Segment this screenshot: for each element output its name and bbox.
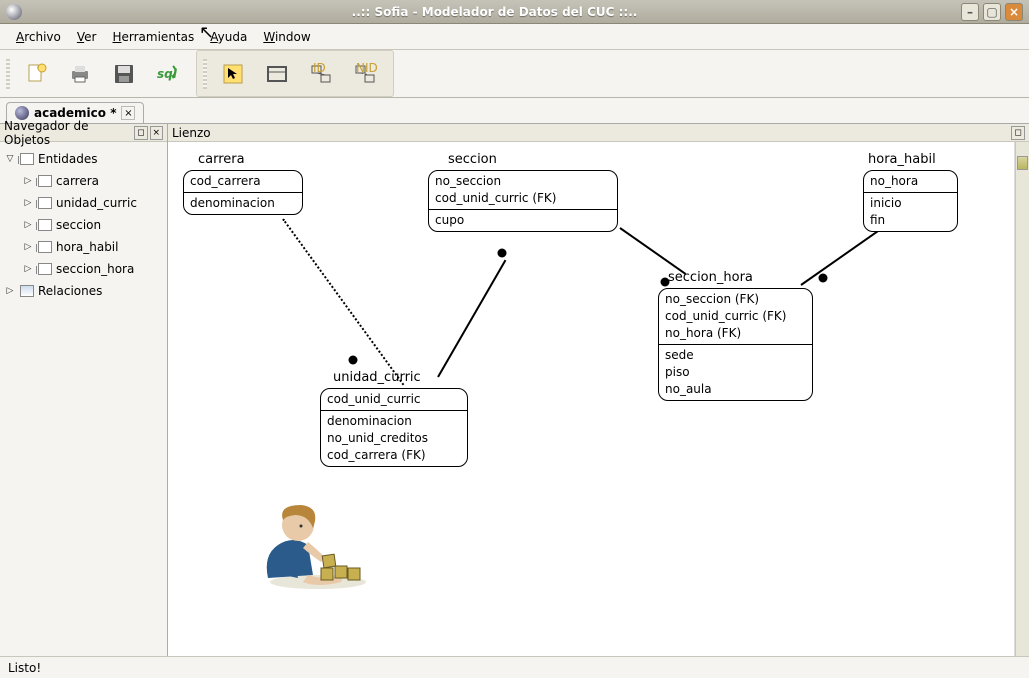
tree-node-seccion-hora[interactable]: ▷seccion_hora: [4, 258, 163, 280]
nid-relation-button[interactable]: NID: [347, 56, 383, 92]
entity-icon: [38, 241, 52, 253]
save-button[interactable]: [106, 56, 142, 92]
save-icon: [112, 62, 136, 86]
tree-node-unidad-curric[interactable]: ▷unidad_curric: [4, 192, 163, 214]
menu-herramientas[interactable]: Herramientas: [104, 28, 202, 46]
maximize-button[interactable]: ▢: [983, 3, 1001, 21]
rect-tool-icon: [265, 62, 289, 86]
sql-icon: sql: [156, 62, 180, 86]
object-tree[interactable]: ▽Entidades ▷carrera ▷unidad_curric ▷secc…: [0, 142, 167, 676]
entity-title-hora-habil: hora_habil: [868, 152, 936, 167]
pane-detach-button[interactable]: ◻: [1011, 126, 1025, 140]
entity-title-seccion: seccion: [448, 152, 497, 167]
menu-archivo[interactable]: Archivo: [8, 28, 69, 46]
window-titlebar: ..:: Sofia - Modelador de Datos del CUC …: [0, 0, 1029, 24]
entity-icon: [38, 175, 52, 187]
pointer-tool-button[interactable]: [215, 56, 251, 92]
relation-line: [800, 225, 886, 286]
pointer-tool-icon: [221, 62, 245, 86]
pane-close-button[interactable]: ×: [150, 126, 163, 140]
canvas-vertical-scrollbar[interactable]: [1015, 142, 1029, 662]
menu-ayuda[interactable]: Ayuda: [202, 28, 255, 46]
minimize-button[interactable]: –: [961, 3, 979, 21]
relation-endpoint-icon: [819, 274, 828, 283]
tabbar: academico * ×: [0, 98, 1029, 124]
kid-blocks-illustration: [253, 500, 383, 590]
tree-node-entidades[interactable]: ▽Entidades: [4, 148, 163, 170]
rect-tool-button[interactable]: [259, 56, 295, 92]
new-file-icon: [24, 62, 48, 86]
relation-line: [437, 260, 506, 378]
relation-folder-icon: [20, 285, 34, 297]
menu-ver[interactable]: Ver: [69, 28, 105, 46]
entity-folder-icon: [20, 153, 34, 165]
canvas-header: Lienzo ◻: [168, 124, 1029, 142]
tree-node-hora-habil[interactable]: ▷hora_habil: [4, 236, 163, 258]
relation-line: [282, 218, 404, 385]
scrollbar-thumb[interactable]: [1017, 156, 1028, 170]
print-button[interactable]: [62, 56, 98, 92]
svg-text:ID: ID: [313, 62, 326, 75]
entity-seccion[interactable]: no_seccioncod_unid_curric (FK) cupo: [428, 170, 618, 232]
canvas-pane: Lienzo ◻ carrera cod_carrera denominacio…: [168, 124, 1029, 676]
tree-node-relaciones[interactable]: ▷Relaciones: [4, 280, 163, 302]
entity-icon: [38, 197, 52, 209]
entity-seccion-hora[interactable]: no_seccion (FK)cod_unid_curric (FK)no_ho…: [658, 288, 813, 401]
relation-endpoint-icon: [498, 249, 507, 258]
new-file-button[interactable]: [18, 56, 54, 92]
status-text: Listo!: [8, 661, 41, 675]
menubar: Archivo Ver Herramientas Ayuda Window: [0, 24, 1029, 50]
tree-node-carrera[interactable]: ▷carrera: [4, 170, 163, 192]
object-navigator-pane: Navegador de Objetos ◻ × ▽Entidades ▷car…: [0, 124, 168, 676]
print-icon: [68, 62, 92, 86]
er-canvas[interactable]: carrera cod_carrera denominacion seccion…: [168, 142, 1015, 662]
entity-title-unidad-curric: unidad_curric: [333, 370, 421, 385]
toolbar-grip-icon[interactable]: [203, 59, 207, 89]
svg-text:NID: NID: [356, 62, 377, 75]
entity-icon: [38, 263, 52, 275]
close-button[interactable]: ×: [1005, 3, 1023, 21]
toolbar: sql ID NID: [0, 50, 1029, 98]
entity-icon: [38, 219, 52, 231]
id-relation-icon: ID: [309, 62, 333, 86]
nid-relation-icon: NID: [353, 62, 377, 86]
pane-detach-button[interactable]: ◻: [134, 126, 147, 140]
relation-endpoint-icon: [349, 356, 358, 365]
tree-node-seccion[interactable]: ▷seccion: [4, 214, 163, 236]
entity-title-carrera: carrera: [198, 152, 245, 167]
window-title: ..:: Sofia - Modelador de Datos del CUC …: [28, 5, 961, 19]
toolbar-grip-icon[interactable]: [6, 59, 10, 89]
entity-title-seccion-hora: seccion_hora: [668, 270, 753, 285]
entity-carrera[interactable]: cod_carrera denominacion: [183, 170, 303, 215]
id-relation-button[interactable]: ID: [303, 56, 339, 92]
sql-button[interactable]: sql: [150, 56, 186, 92]
entity-hora-habil[interactable]: no_hora iniciofin: [863, 170, 958, 232]
relation-line: [619, 227, 686, 275]
sidebar-header: Navegador de Objetos ◻ ×: [0, 124, 167, 142]
entity-unidad-curric[interactable]: cod_unid_curric denominacionno_unid_cred…: [320, 388, 468, 467]
app-icon: [6, 4, 22, 20]
statusbar: Listo!: [0, 656, 1029, 678]
menu-window[interactable]: Window: [255, 28, 318, 46]
